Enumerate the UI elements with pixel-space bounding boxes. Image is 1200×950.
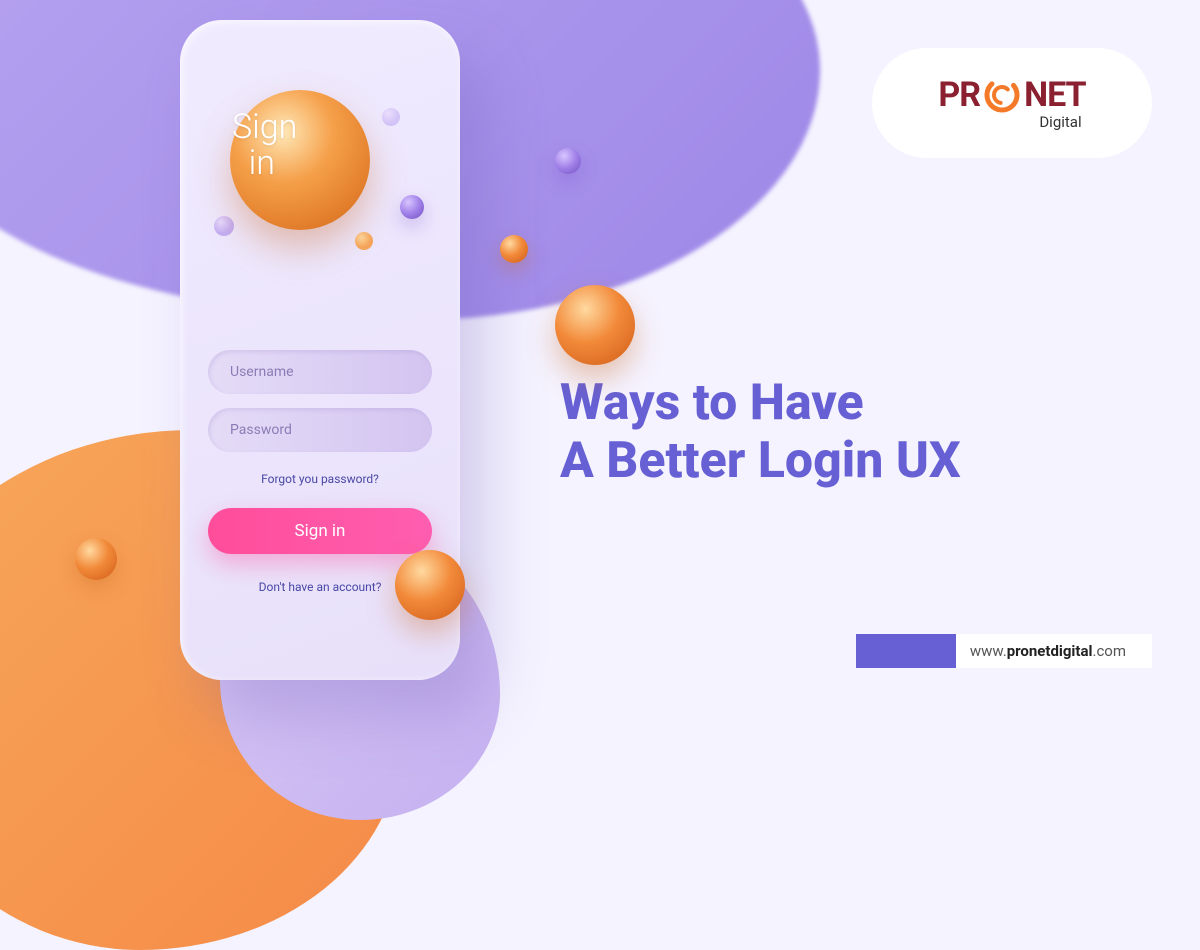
headline-line2: A Better Login UX [560, 432, 961, 490]
signin-heading-line1: Sign [232, 107, 297, 147]
url-prefix: www. [970, 642, 1007, 660]
main-headline: Ways to Have A Better Login UX [560, 375, 961, 490]
url-domain: pronetdigital [1007, 642, 1093, 660]
logo-text-pre: PR [938, 75, 980, 115]
website-url-bar: www.pronetdigital.com [856, 634, 1152, 668]
orb-purple-1 [555, 148, 581, 174]
orb-orange-medium-1 [555, 285, 635, 365]
signup-link[interactable]: Don't have an account? [259, 580, 382, 594]
orb-purple-2 [400, 195, 424, 219]
signin-heading: Sign in [232, 110, 297, 181]
signin-button[interactable]: Sign in [208, 508, 432, 554]
logo-swirl-icon [982, 75, 1022, 115]
url-accent-block [856, 634, 956, 668]
orb-orange-small-1 [500, 235, 528, 263]
logo-text-post: NET [1024, 75, 1086, 115]
url-suffix: .com [1092, 642, 1126, 660]
headline-line1: Ways to Have [560, 374, 864, 432]
orb-orange-medium-2 [395, 550, 465, 620]
orb-tiny-purple-2 [382, 108, 400, 126]
orb-orange-small-2 [75, 538, 117, 580]
logo-subtitle: Digital [1039, 113, 1081, 131]
orb-tiny-orange-1 [355, 232, 373, 250]
forgot-password-link[interactable]: Forgot you password? [261, 472, 379, 486]
username-input[interactable] [208, 350, 432, 394]
signin-heading-line2: in [249, 143, 275, 183]
orb-tiny-purple-1 [214, 216, 234, 236]
login-form: Forgot you password? Sign in Don't have … [208, 350, 432, 594]
password-input[interactable] [208, 408, 432, 452]
url-text: www.pronetdigital.com [956, 634, 1152, 668]
brand-logo: PR NET Digital [872, 48, 1152, 158]
